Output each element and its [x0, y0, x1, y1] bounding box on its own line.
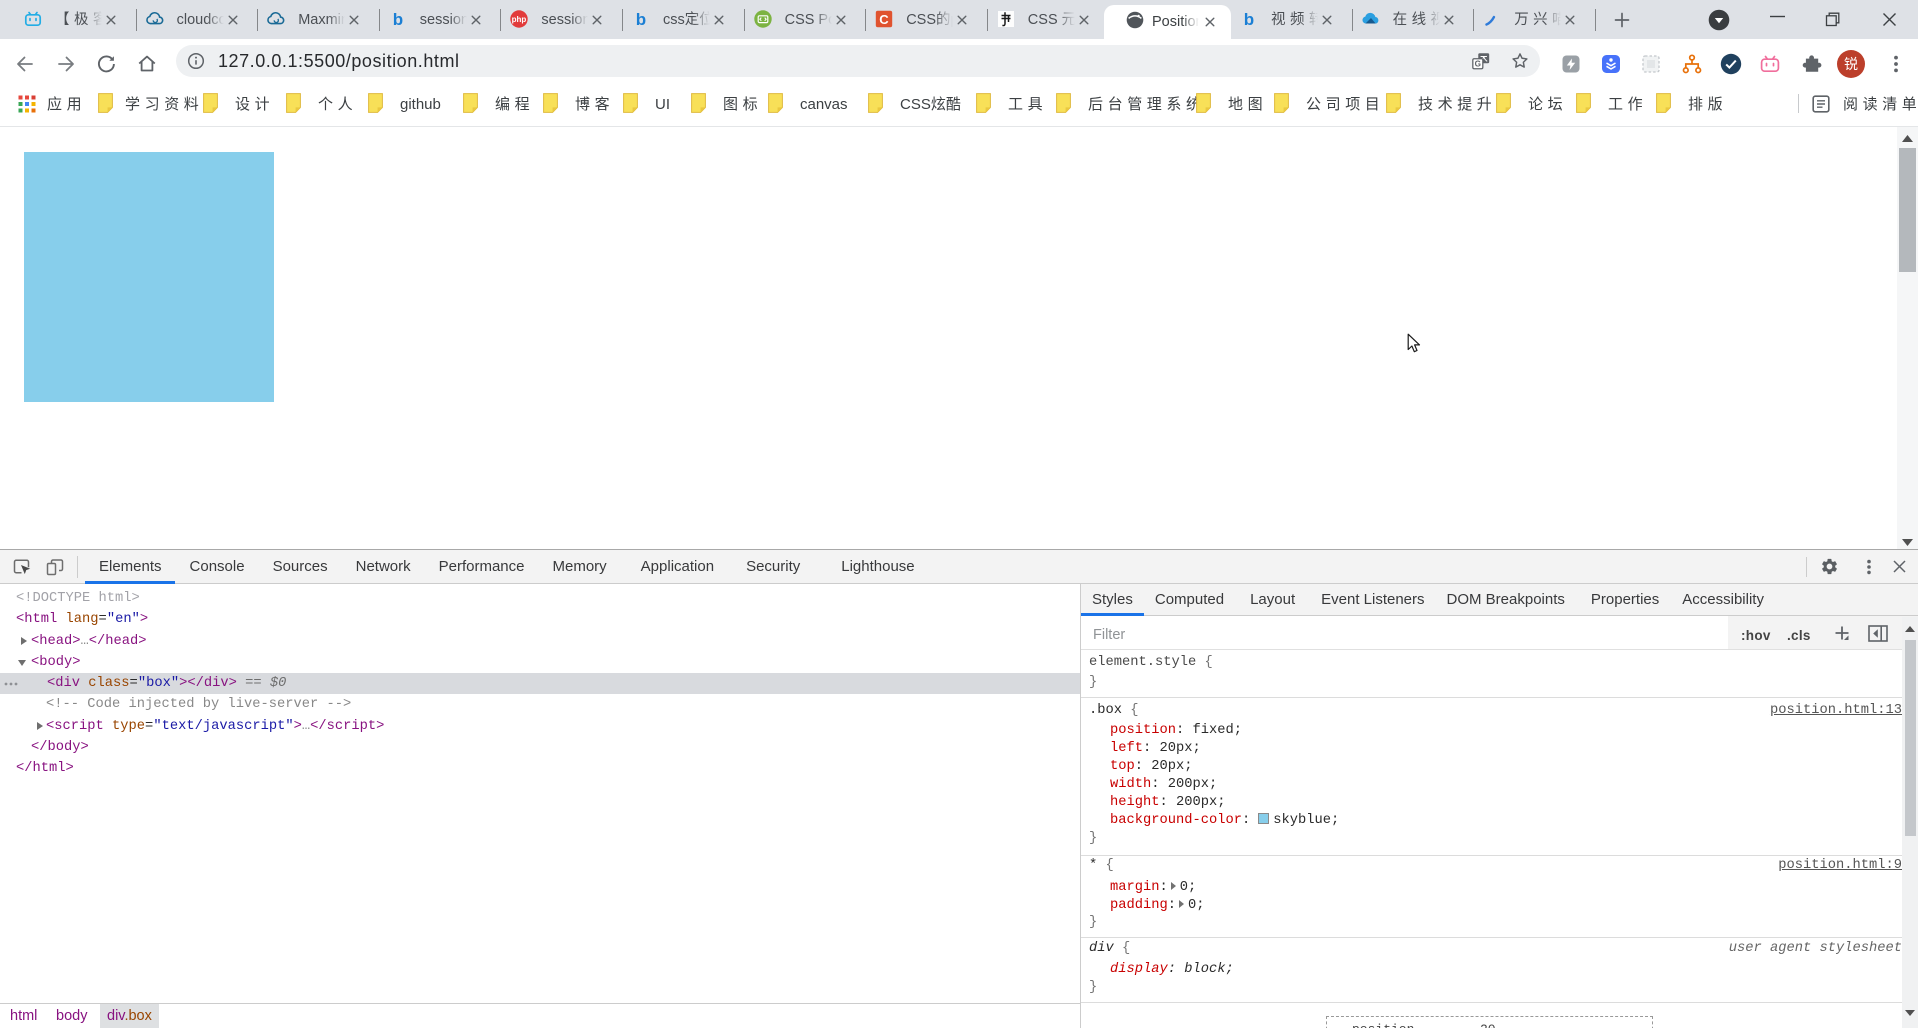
- svg-text:php: php: [512, 15, 527, 24]
- svg-text:b: b: [393, 10, 403, 29]
- svg-text:b: b: [636, 10, 646, 29]
- svg-text:b: b: [1244, 10, 1254, 29]
- svg-text:C: C: [879, 12, 889, 27]
- svg-text:G: G: [1475, 59, 1481, 68]
